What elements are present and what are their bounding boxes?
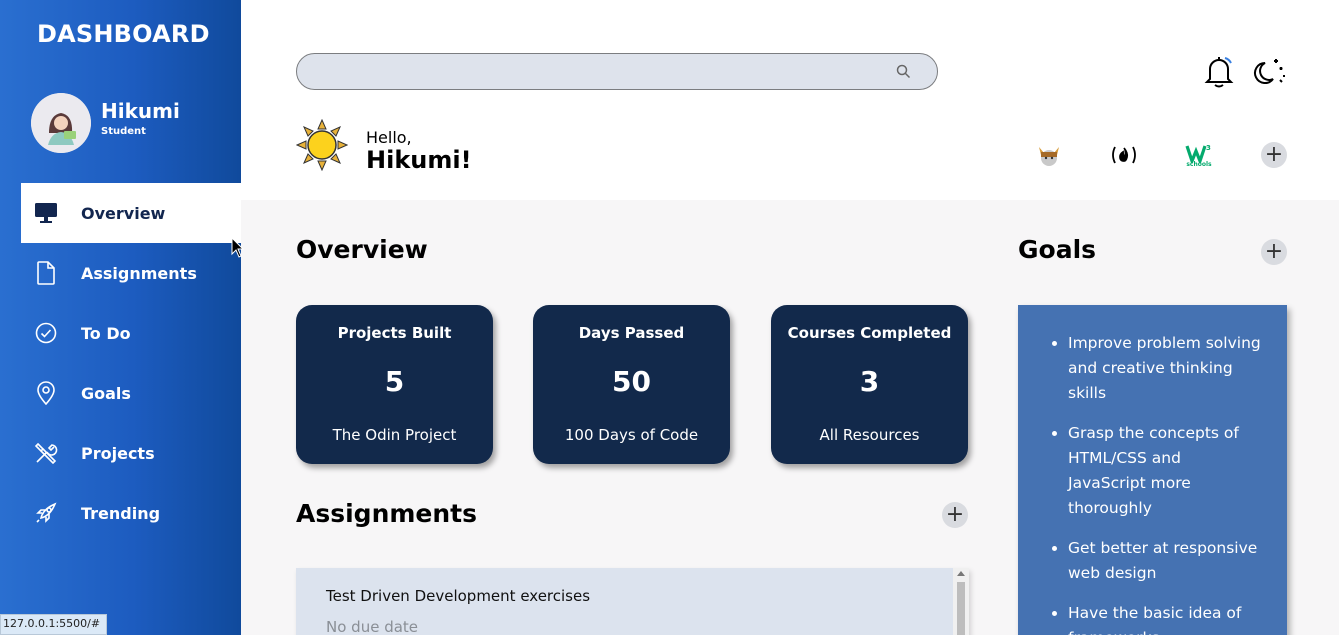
stat-title: Courses Completed [787,324,952,342]
assignment-title[interactable]: Test Driven Development exercises [326,587,590,605]
stat-value: 50 [612,365,651,398]
stat-value: 3 [859,365,880,398]
sidebar-item-todo[interactable]: To Do [21,303,241,363]
moon-icon[interactable] [1252,54,1286,92]
sidebar-item-assignments[interactable]: Assignments [21,243,241,303]
stat-subtitle: 100 Days of Code [564,426,699,444]
tools-icon [33,440,59,466]
sidebar-item-projects[interactable]: Projects [21,423,241,483]
sidebar-item-trending[interactable]: Trending [21,483,241,543]
sidebar-item-label: Assignments [81,263,197,283]
goals-title: Goals [1018,235,1097,264]
search-input[interactable] [297,54,937,89]
assignments-title: Assignments [296,499,478,528]
sidebar-item-label: Trending [81,503,161,523]
stat-title: Days Passed [578,324,685,342]
odin-project-icon[interactable] [1034,140,1064,170]
sidebar-item-label: Goals [81,383,131,403]
search-bar[interactable] [296,53,938,90]
stat-subtitle: The Odin Project [332,426,457,444]
sidebar-item-overview[interactable]: Overview [21,183,241,243]
stat-title: Projects Built [337,324,452,342]
stat-value: 5 [384,365,405,398]
stat-card-projects: Projects Built 5 The Odin Project [296,305,493,464]
add-resource-button[interactable]: + [1261,142,1287,168]
check-circle-icon [33,320,59,346]
goal-item: Get better at responsive web design [1068,536,1263,586]
stat-card-days: Days Passed 50 100 Days of Code [533,305,730,464]
w3schools-label: schools [1186,160,1212,168]
user-role: Student [101,126,146,137]
assignments-list: Test Driven Development exercises No due… [296,568,969,635]
greeting: Hello, [366,128,412,147]
avatar [31,93,91,153]
bell-icon[interactable] [1204,54,1234,92]
search-icon[interactable] [896,64,911,83]
sun-icon [295,118,349,175]
sidebar-item-label: To Do [81,323,131,343]
map-pin-icon [33,380,59,406]
rocket-icon [33,500,59,526]
goal-item: Have the basic idea of frameworks [1068,601,1263,635]
add-assignment-button[interactable]: + [942,502,968,528]
sidebar-item-goals[interactable]: Goals [21,363,241,423]
assignments-scrollbar[interactable] [953,568,969,635]
add-goal-button[interactable]: + [1261,239,1287,265]
header: Hello, Hikumi! 3 schools + [241,0,1339,200]
sidebar-item-label: Overview [81,203,166,223]
scroll-thumb[interactable] [957,582,965,635]
overview-title: Overview [296,235,428,264]
brand-title: DASHBOARD [37,20,210,48]
mouse-cursor-icon [231,236,245,263]
monitor-icon [33,200,59,226]
assignment-due-date: No due date [326,618,419,635]
goals-panel: Improve problem solving and creative thi… [1018,305,1287,635]
document-icon [33,260,59,286]
freecodecamp-icon[interactable] [1109,140,1139,170]
w3schools-icon[interactable]: 3 schools [1184,140,1214,170]
goals-list: Improve problem solving and creative thi… [1018,305,1287,635]
goal-item: Grasp the concepts of HTML/CSS and JavaS… [1068,421,1263,521]
svg-text:3: 3 [1206,144,1211,152]
greeting-name: Hikumi! [366,146,472,174]
sidebar-item-label: Projects [81,443,155,463]
stat-card-courses: Courses Completed 3 All Resources [771,305,968,464]
stat-subtitle: All Resources [819,426,920,444]
user-name: Hikumi [101,99,180,123]
sidebar: DASHBOARD Hikumi Student Overview Assign… [0,0,241,635]
status-bar-url: 127.0.0.1:5500/# [0,614,108,635]
goal-item: Improve problem solving and creative thi… [1068,331,1263,406]
scroll-up-arrow[interactable] [957,571,965,576]
